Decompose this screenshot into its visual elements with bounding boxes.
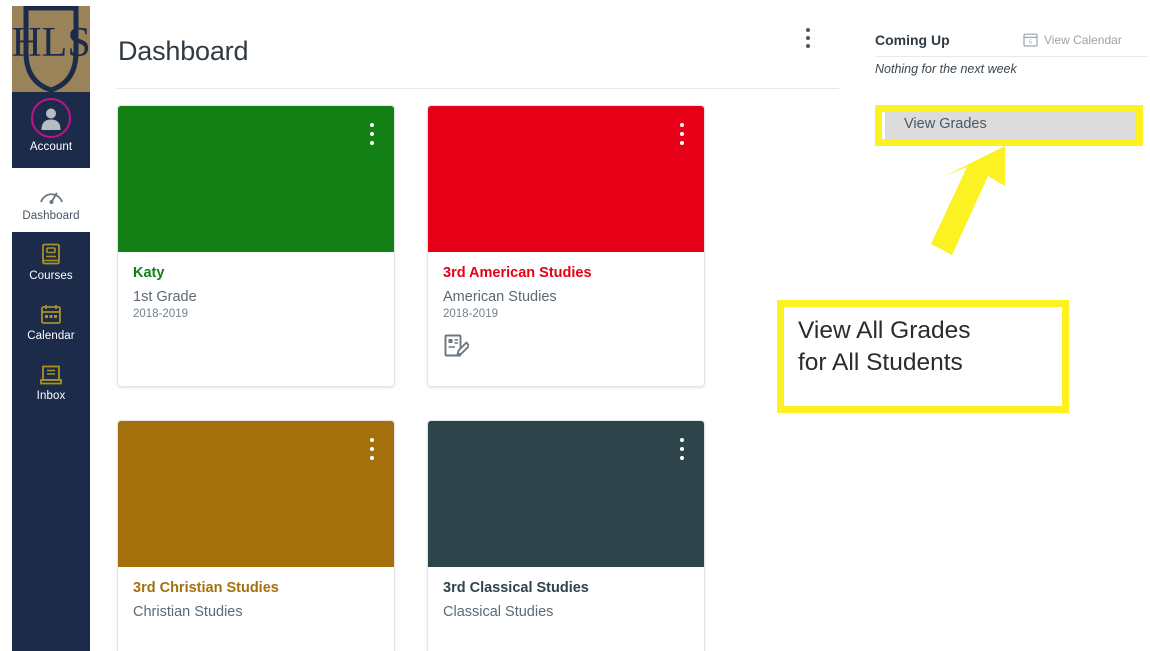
course-card-subtitle: Christian Studies [133, 603, 243, 620]
course-card-color-header[interactable] [428, 421, 704, 567]
sidebar-item-dashboard[interactable]: Dashboard [12, 176, 90, 232]
course-card-title[interactable]: 3rd Christian Studies [133, 580, 379, 597]
course-card[interactable]: Katy 1st Grade 2018-2019 [117, 105, 395, 387]
course-card-title[interactable]: Katy [133, 265, 379, 282]
course-card-action-icons [133, 333, 379, 359]
hls-shield-logo[interactable]: HLS [12, 6, 90, 92]
svg-text:5: 5 [1029, 40, 1032, 46]
grades-assignment-icon[interactable] [443, 333, 470, 359]
course-card-options-button[interactable] [364, 123, 380, 150]
courses-book-icon [12, 241, 90, 267]
course-card[interactable]: 3rd Classical Studies Classical Studies [427, 420, 705, 651]
coming-up-empty-text: Nothing for the next week [875, 62, 1017, 76]
calendar-icon: 5 [1023, 33, 1038, 47]
course-card[interactable]: 3rd American Studies American Studies 20… [427, 105, 705, 387]
global-navigation-sidebar: HLS Account Dashboard Courses Calendar I… [0, 0, 100, 651]
course-card-color-header[interactable] [118, 106, 394, 252]
kebab-menu-icon [680, 447, 684, 451]
course-card-subtitle: American Studies [443, 288, 557, 305]
dashboard-options-button[interactable] [797, 28, 819, 54]
coming-up-sidebar: Coming Up 5 View Calendar Nothing for th… [868, 20, 1150, 160]
arrow-pointing-up-right-icon [931, 146, 1005, 255]
user-avatar-icon [41, 108, 61, 130]
kebab-menu-icon [680, 438, 684, 442]
course-card-subtitle: Classical Studies [443, 603, 554, 620]
course-card-term: 2018-2019 [443, 308, 498, 321]
dashboard-gauge-icon [12, 181, 90, 207]
kebab-menu-icon [680, 123, 684, 127]
kebab-menu-icon [370, 438, 374, 442]
course-card-color-header[interactable] [428, 106, 704, 252]
sidebar-item-label-dashboard: Dashboard [22, 210, 80, 222]
course-card-title[interactable]: 3rd Classical Studies [443, 580, 689, 597]
course-card-options-button[interactable] [674, 438, 690, 465]
sidebar-item-inbox[interactable]: Inbox [12, 356, 90, 412]
course-card-color-header[interactable] [118, 421, 394, 567]
kebab-menu-icon [806, 28, 810, 32]
kebab-menu-icon [370, 447, 374, 451]
sidebar-item-calendar[interactable]: Calendar [12, 296, 90, 352]
sidebar-item-label-calendar: Calendar [27, 330, 75, 342]
course-card-body: 3rd Classical Studies Classical Studies [428, 567, 704, 621]
kebab-menu-icon [370, 132, 374, 136]
svg-text:HLS: HLS [12, 20, 90, 66]
course-card-subtitle: 1st Grade [133, 288, 197, 305]
header-divider [117, 88, 839, 89]
course-card-grid: Katy 1st Grade 2018-2019 3rd American St… [117, 105, 847, 651]
kebab-menu-icon [680, 141, 684, 145]
view-calendar-label: View Calendar [1044, 32, 1122, 47]
kebab-menu-icon [680, 456, 684, 460]
kebab-menu-icon [370, 456, 374, 460]
nav-background-fill [12, 232, 90, 651]
course-card-term: 2018-2019 [133, 308, 188, 321]
sidebar-item-label-inbox: Inbox [36, 390, 66, 402]
course-card-action-icons [443, 333, 689, 359]
page-title: Dashboard [118, 36, 249, 67]
view-calendar-link[interactable]: 5 View Calendar [1023, 32, 1122, 47]
kebab-menu-icon [680, 132, 684, 136]
hls-shield-logo-svg: HLS [12, 6, 90, 92]
inbox-tray-icon [12, 361, 90, 387]
sidebar-item-label-courses: Courses [29, 270, 73, 282]
kebab-menu-icon [806, 44, 810, 48]
course-card[interactable]: 3rd Christian Studies Christian Studies [117, 420, 395, 651]
sidebar-item-label-account: Account [29, 141, 73, 153]
kebab-menu-icon [370, 141, 374, 145]
course-card-options-button[interactable] [364, 438, 380, 465]
course-card-body: 3rd American Studies American Studies 20… [428, 252, 704, 359]
course-card-body: 3rd Christian Studies Christian Studies [118, 567, 394, 621]
calendar-icon [12, 301, 90, 327]
view-grades-button[interactable]: View Grades [885, 107, 1141, 140]
canvas-dashboard-screen: HLS Account Dashboard Courses Calendar I… [0, 0, 1150, 651]
avatar [31, 98, 71, 138]
kebab-menu-icon [370, 123, 374, 127]
course-card-options-button[interactable] [674, 123, 690, 150]
course-card-body: Katy 1st Grade 2018-2019 [118, 252, 394, 359]
kebab-menu-icon [806, 36, 810, 40]
sidebar-item-courses[interactable]: Courses [12, 236, 90, 292]
coming-up-heading: Coming Up [875, 32, 950, 48]
sidebar-item-account[interactable]: Account [12, 92, 90, 168]
course-card-title[interactable]: 3rd American Studies [443, 265, 689, 282]
sidebar-divider [875, 56, 1147, 57]
